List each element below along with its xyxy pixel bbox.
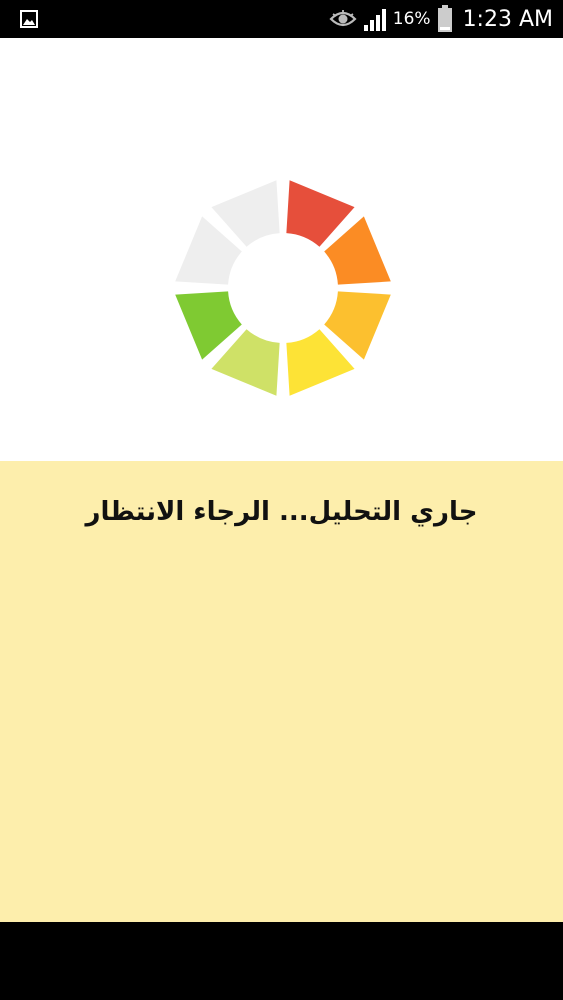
battery-percentage: 16% — [392, 9, 431, 29]
app-screen: 16% 1:23 AM جاري التحليل... الرجاء الانت… — [0, 0, 563, 1000]
signal-icon — [363, 9, 386, 31]
loading-message: جاري التحليل... الرجاء الانتظار — [85, 497, 478, 527]
status-right-group: 16% 1:23 AM — [329, 0, 553, 38]
spinner-panel — [0, 38, 563, 461]
message-panel: جاري التحليل... الرجاء الانتظار — [0, 461, 563, 922]
clock: 1:23 AM — [462, 6, 553, 32]
navigation-bar — [0, 922, 563, 1000]
loading-spinner — [175, 180, 391, 396]
eye-icon — [329, 10, 357, 27]
gallery-icon — [20, 10, 38, 28]
status-bar: 16% 1:23 AM — [0, 0, 563, 38]
battery-icon — [437, 5, 452, 32]
